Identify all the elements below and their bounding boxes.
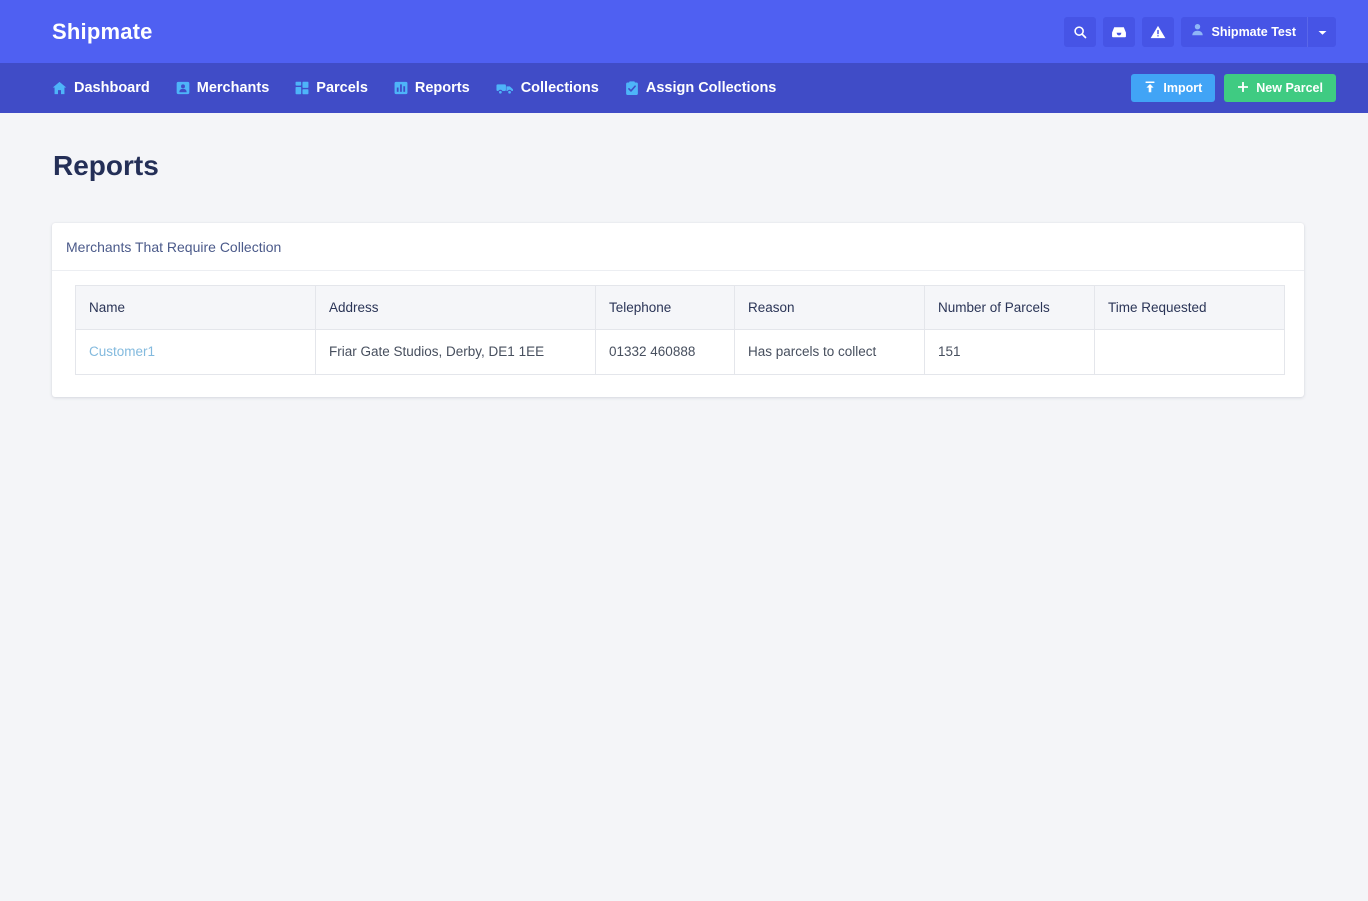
nav-item-merchants[interactable]: Merchants xyxy=(176,80,270,96)
plus-icon xyxy=(1237,81,1249,96)
user-name-label: Shipmate Test xyxy=(1211,24,1296,39)
column-header-address: Address xyxy=(315,284,596,330)
column-header-time-requested: Time Requested xyxy=(1094,284,1285,330)
warning-icon xyxy=(1150,25,1166,39)
cell-telephone: 01332 460888 xyxy=(595,329,735,375)
alerts-button[interactable] xyxy=(1142,16,1175,47)
report-card: Merchants That Require Collection Name A… xyxy=(52,222,1304,397)
upload-icon xyxy=(1144,81,1156,96)
report-card-title: Merchants That Require Collection xyxy=(52,223,1304,271)
truck-icon xyxy=(496,82,514,95)
brand-logo[interactable]: Shipmate xyxy=(52,20,153,43)
chevron-down-icon xyxy=(1318,23,1327,41)
home-icon xyxy=(52,81,67,95)
cell-reason: Has parcels to collect xyxy=(734,329,925,375)
bar-chart-icon xyxy=(394,81,408,95)
nav-label-assign-collections: Assign Collections xyxy=(645,80,777,96)
column-header-number-of-parcels: Number of Parcels xyxy=(924,284,1095,330)
search-button[interactable] xyxy=(1064,16,1097,47)
table-head: Name Address Telephone Reason Number of … xyxy=(75,284,1285,330)
grid-icon xyxy=(295,81,309,95)
column-header-reason: Reason xyxy=(734,284,925,330)
cell-name: Customer1 xyxy=(75,329,316,375)
user-icon xyxy=(1191,23,1204,41)
column-header-telephone: Telephone xyxy=(595,284,735,330)
table-row: Customer1 Friar Gate Studios, Derby, DE1… xyxy=(75,329,1285,375)
report-card-body: Name Address Telephone Reason Number of … xyxy=(52,271,1304,397)
nav-label-dashboard: Dashboard xyxy=(74,80,150,96)
nav-action-buttons: Import New Parcel xyxy=(1131,74,1336,102)
merchants-requiring-collection-table: Name Address Telephone Reason Number of … xyxy=(75,284,1285,375)
user-menu-toggle[interactable] xyxy=(1307,16,1336,47)
search-icon xyxy=(1073,25,1087,39)
nav-item-collections[interactable]: Collections xyxy=(496,80,599,96)
new-parcel-button[interactable]: New Parcel xyxy=(1224,74,1336,102)
top-bar: Shipmate Shipmate Test xyxy=(0,0,1368,63)
clipboard-check-icon xyxy=(625,80,639,96)
nav-item-reports[interactable]: Reports xyxy=(394,80,470,96)
main-navigation: Dashboard Merchants Parcels Reports Coll… xyxy=(0,63,1368,113)
nav-label-parcels: Parcels xyxy=(316,80,368,96)
nav-items: Dashboard Merchants Parcels Reports Coll… xyxy=(52,80,776,96)
import-button[interactable]: Import xyxy=(1131,74,1216,102)
merchant-link[interactable]: Customer1 xyxy=(89,344,155,359)
table-header-row: Name Address Telephone Reason Number of … xyxy=(75,284,1285,330)
nav-label-collections: Collections xyxy=(520,80,599,96)
nav-item-assign-collections[interactable]: Assign Collections xyxy=(625,80,777,96)
column-header-name: Name xyxy=(75,284,316,330)
inbox-icon xyxy=(1111,25,1127,39)
nav-label-merchants: Merchants xyxy=(196,80,270,96)
user-button[interactable]: Shipmate Test xyxy=(1181,17,1307,47)
page-title: Reports xyxy=(53,150,159,181)
user-menu: Shipmate Test xyxy=(1181,16,1336,47)
inbox-button[interactable] xyxy=(1103,16,1136,47)
cell-number-of-parcels: 151 xyxy=(924,329,1095,375)
nav-item-dashboard[interactable]: Dashboard xyxy=(52,80,150,96)
nav-item-parcels[interactable]: Parcels xyxy=(295,80,368,96)
nav-label-reports: Reports xyxy=(414,80,470,96)
new-parcel-button-label: New Parcel xyxy=(1256,81,1323,95)
top-bar-actions: Shipmate Test xyxy=(1064,16,1336,47)
cell-time-requested xyxy=(1094,329,1285,375)
page-content: Reports Merchants That Require Collectio… xyxy=(0,149,1368,397)
merchant-card-icon xyxy=(176,81,190,95)
cell-address: Friar Gate Studios, Derby, DE1 1EE xyxy=(315,329,596,375)
import-button-label: Import xyxy=(1163,81,1203,95)
table-body: Customer1 Friar Gate Studios, Derby, DE1… xyxy=(75,329,1285,375)
